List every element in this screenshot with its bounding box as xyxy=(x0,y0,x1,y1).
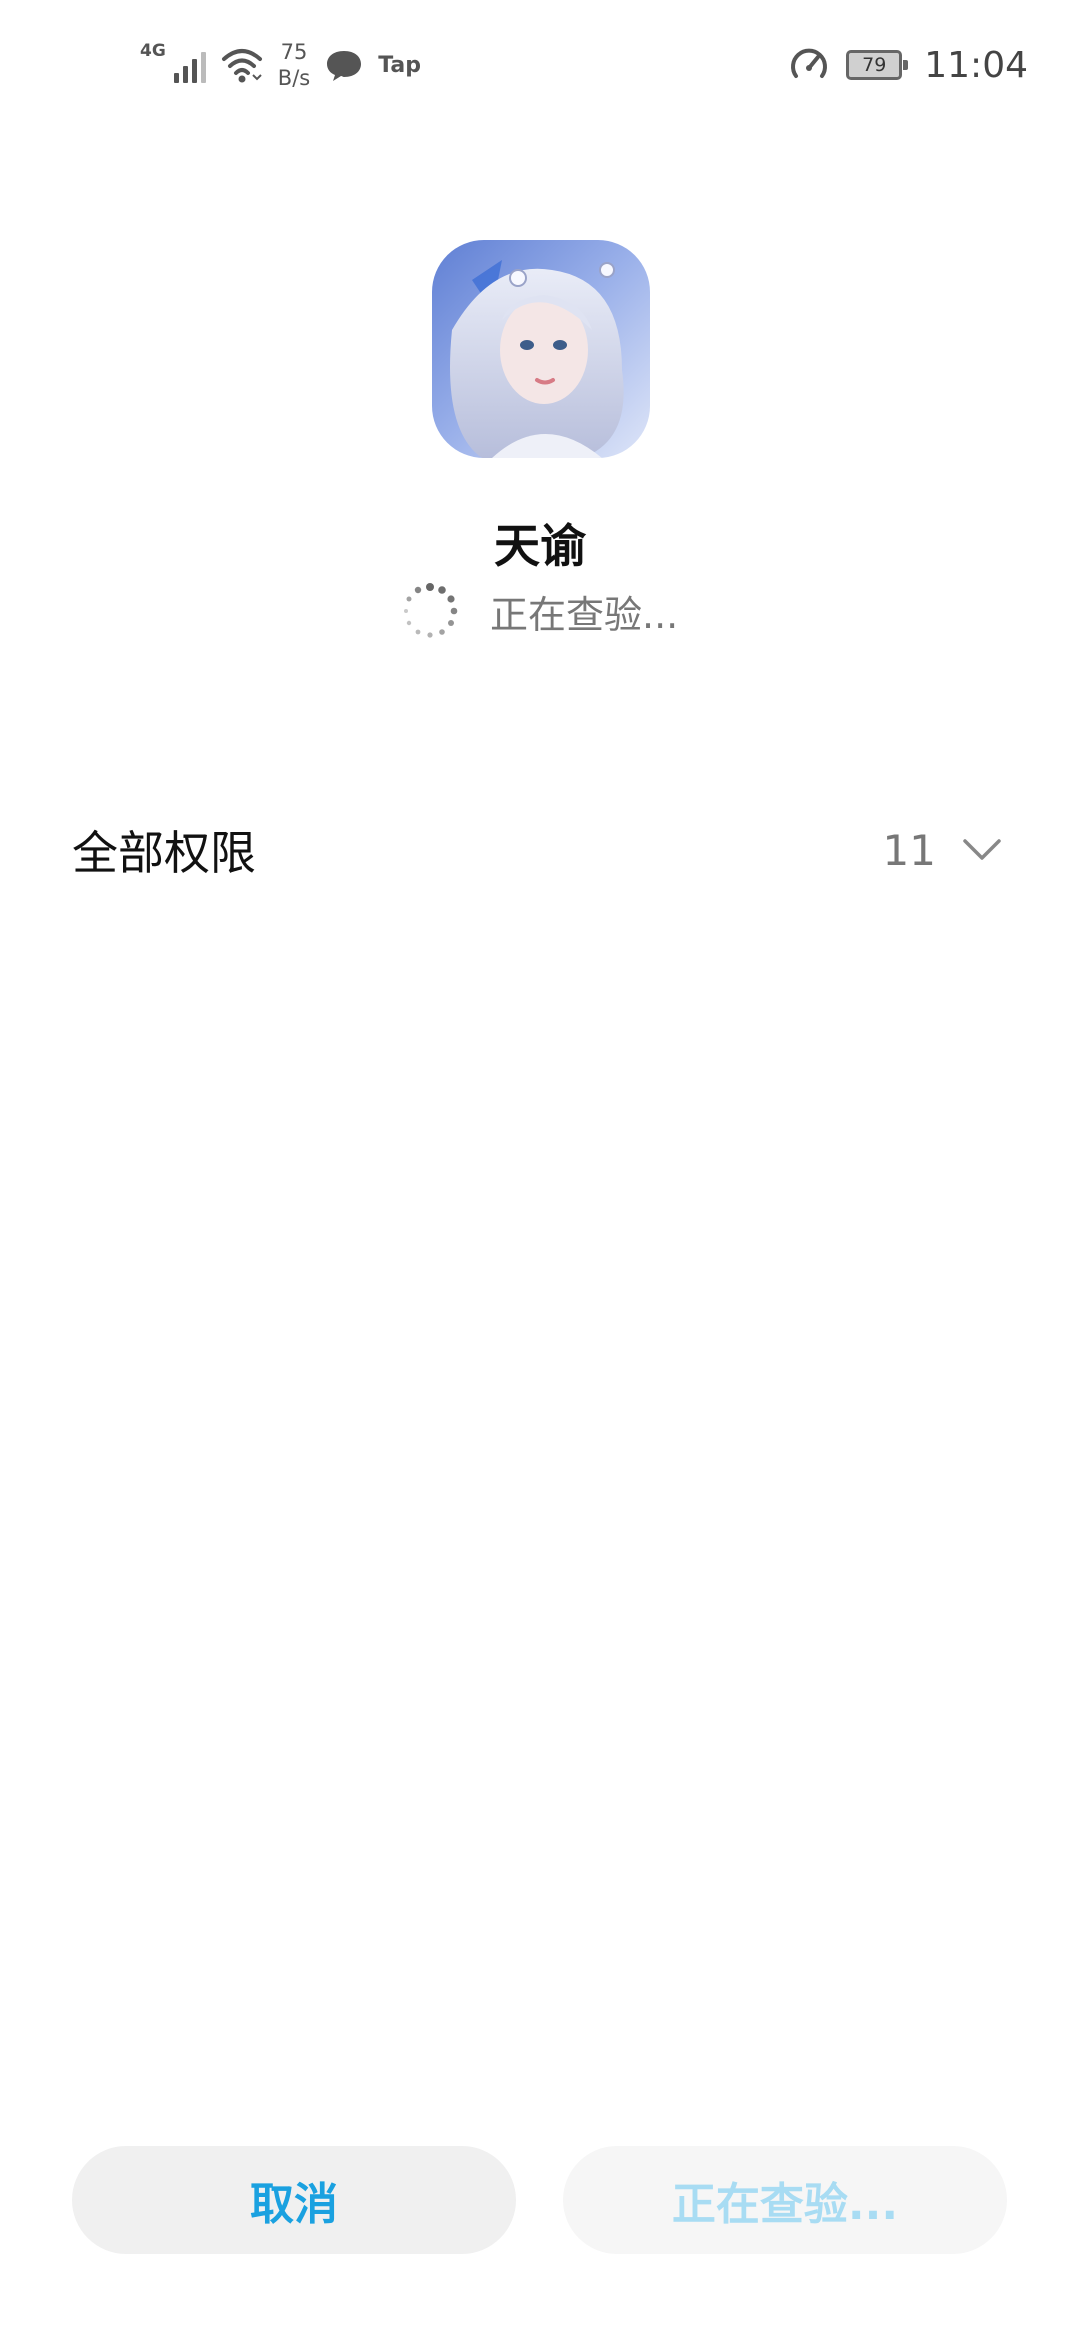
network-speed: 75 B/s xyxy=(278,39,310,91)
network-speed-unit: B/s xyxy=(277,66,311,90)
app-name: 天谕 xyxy=(494,519,586,573)
network-speed-value: 75 xyxy=(280,40,308,64)
all-permissions-row[interactable]: 全部权限 11 xyxy=(72,810,1002,890)
verification-status: 正在查验... xyxy=(400,578,678,644)
tap-label: Tap xyxy=(378,52,421,78)
permissions-summary: 11 xyxy=(883,826,1002,875)
status-bar-left: 4G 75 B/s Tap xyxy=(140,30,421,100)
network-type: 4G xyxy=(140,41,166,61)
app-icon xyxy=(432,240,650,458)
gauge-icon xyxy=(791,48,828,78)
permissions-count: 11 xyxy=(882,825,936,875)
app-icon-artwork xyxy=(432,240,650,458)
chevron-down-icon[interactable] xyxy=(962,837,1002,863)
cancel-button[interactable]: 取消 xyxy=(72,2146,516,2254)
status-bar: 4G 75 B/s Tap 79 11:04 xyxy=(0,0,1080,130)
battery-level: 79 xyxy=(862,54,887,76)
checking-button[interactable]: 正在查验... xyxy=(563,2146,1007,2254)
status-bar-right: 79 11:04 xyxy=(788,30,1028,100)
loading-spinner-icon xyxy=(404,583,458,638)
message-icon xyxy=(327,51,362,81)
clock: 11:04 xyxy=(924,44,1028,86)
battery-icon: 79 xyxy=(846,50,909,80)
signal-icon xyxy=(173,47,206,83)
status-text: 正在查验... xyxy=(490,592,679,637)
permissions-title: 全部权限 xyxy=(72,826,256,880)
wifi-icon xyxy=(221,49,262,83)
